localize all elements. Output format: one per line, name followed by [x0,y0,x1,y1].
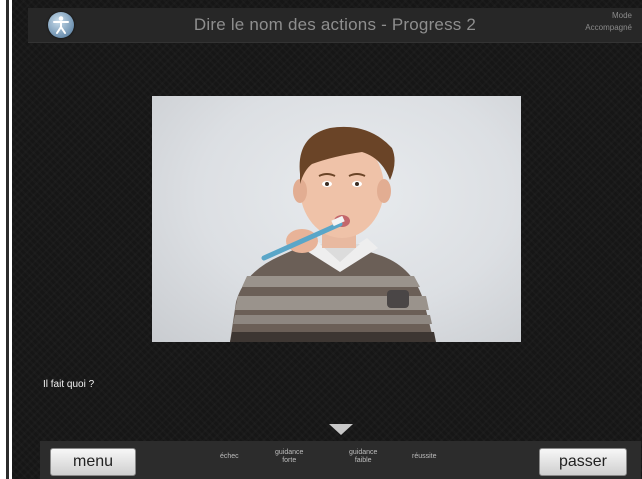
top-bar: Dire le nom des actions - Progress 2 Mod… [28,8,642,43]
boy-brushing-teeth-image [230,126,436,342]
evaluation-reussite-label: réussite [412,453,437,460]
evaluation-guidance-forte-line1: guidance [275,449,304,456]
passer-button[interactable]: passer [539,448,627,476]
evaluation-guidance-forte-line2: forte [282,457,297,464]
mode-indicator[interactable]: Mode Accompagné [585,10,632,34]
exercise-title: Dire le nom des actions - Progress 2 [193,15,477,34]
app-screen: Dire le nom des actions - Progress 2 Mod… [12,0,642,479]
evaluation-guidance-forte[interactable]: guidance forte [275,449,303,465]
mode-value: Accompagné [585,23,632,32]
evaluation-echec-label: échec [220,453,239,460]
left-edge-strip [0,0,12,479]
mode-label: Mode [611,11,632,20]
evaluation-guidance-faible-line2: faible [354,457,372,464]
bottom-toolbar: menu échec guidance forte guidance faibl… [40,441,641,479]
menu-button[interactable]: menu [50,448,136,476]
exercise-photo [152,96,521,342]
evaluation-echec[interactable]: échec [220,453,239,461]
evaluation-guidance-faible[interactable]: guidance faible [349,449,377,465]
question-text: Il fait quoi ? [43,379,95,390]
triangle-down-icon[interactable] [329,424,353,435]
evaluation-guidance-faible-line1: guidance [349,449,378,456]
left-edge-stripe [6,0,9,479]
evaluation-reussite[interactable]: réussite [412,453,437,461]
